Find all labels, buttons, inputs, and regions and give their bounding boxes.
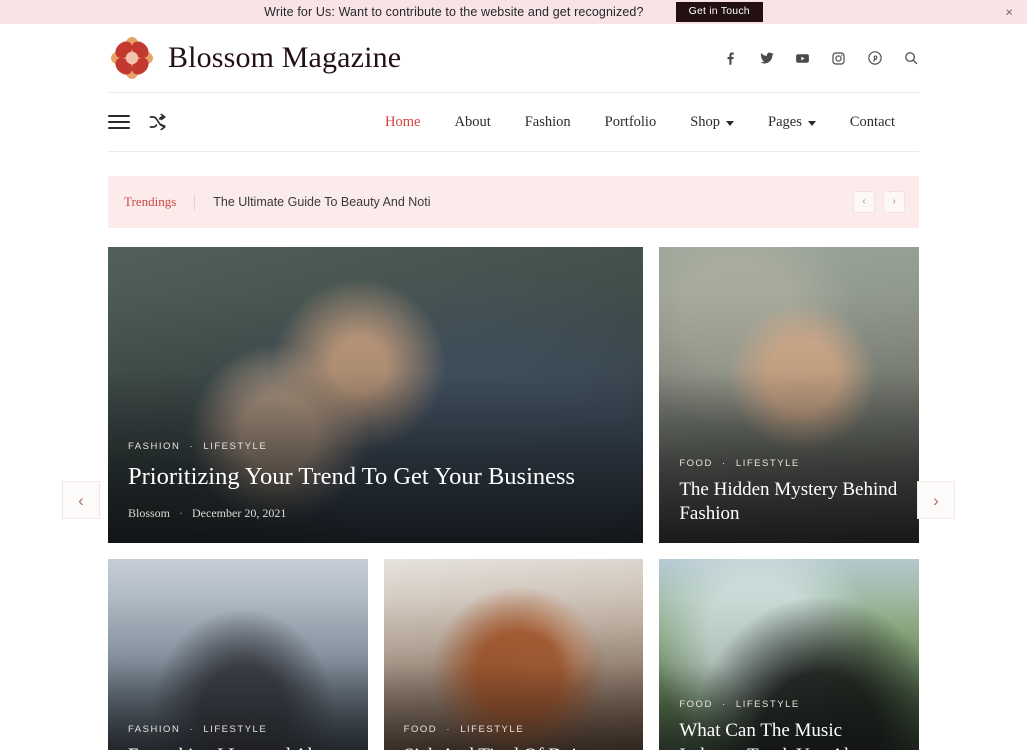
youtube-icon[interactable]: [794, 50, 811, 67]
post-categories: Food · Lifestyle: [679, 699, 899, 710]
facebook-icon[interactable]: [722, 50, 739, 67]
category-separator: ·: [189, 723, 195, 735]
category-link[interactable]: Lifestyle: [736, 699, 800, 710]
nav-menu: Home About Fashion Portfolio Shop Pages …: [385, 114, 919, 131]
post-content: Food · Lifestyle Sick And Tired Of Doing…: [404, 724, 624, 750]
nav-item-contact[interactable]: Contact: [850, 114, 895, 131]
instagram-icon[interactable]: [830, 50, 847, 67]
promo-text: Write for Us: Want to contribute to the …: [264, 5, 644, 19]
trending-label[interactable]: Trendings: [124, 194, 196, 210]
image-overlay: [108, 559, 368, 750]
pinterest-icon[interactable]: [866, 50, 883, 67]
site-logo[interactable]: Blossom Magazine: [108, 36, 401, 80]
nav-item-label: Contact: [849, 113, 895, 130]
category-link[interactable]: Lifestyle: [203, 724, 267, 735]
category-link[interactable]: Lifestyle: [203, 441, 267, 452]
post-meta: Blossom · December 20, 2021: [128, 506, 623, 521]
twitter-icon[interactable]: [758, 50, 775, 67]
get-in-touch-button[interactable]: Get in Touch: [675, 2, 763, 22]
chevron-down-icon: [726, 120, 735, 126]
nav-item-label: Home: [385, 113, 421, 130]
trending-bar: Trendings The Ultimate Guide To Beauty A…: [108, 176, 919, 228]
primary-nav: Home About Fashion Portfolio Shop Pages …: [108, 92, 919, 152]
nav-item-home[interactable]: Home: [385, 114, 420, 131]
slider-prev-button[interactable]: ‹: [62, 481, 100, 519]
promo-banner: Write for Us: Want to contribute to the …: [0, 0, 1027, 24]
category-separator: ·: [722, 457, 727, 469]
category-link[interactable]: Fashion: [128, 441, 180, 452]
nav-item-label: About: [454, 113, 491, 130]
nav-item-pages[interactable]: Pages: [768, 114, 816, 131]
post-content: Fashion · Lifestyle Everything I Learned…: [128, 724, 348, 750]
post-card-hidden-mystery[interactable]: Food · Lifestyle The Hidden Mystery Behi…: [659, 247, 919, 543]
trending-headline[interactable]: The Ultimate Guide To Beauty And Noti: [195, 195, 430, 209]
post-card-featured[interactable]: Fashion · Lifestyle Prioritizing Your Tr…: [108, 247, 644, 543]
post-card-everything-learned[interactable]: Fashion · Lifestyle Everything I Learned…: [108, 559, 368, 750]
featured-posts-grid: Fashion · Lifestyle Prioritizing Your Tr…: [0, 228, 1027, 750]
site-header: Blossom Magazine: [0, 24, 1027, 92]
nav-item-about[interactable]: About: [454, 114, 490, 131]
nav-item-shop[interactable]: Shop: [690, 113, 735, 131]
trending-section: Trendings The Ultimate Guide To Beauty A…: [0, 152, 1027, 228]
nav-left-tools: [108, 111, 168, 133]
meta-separator: ·: [179, 506, 184, 520]
nav-item-label: Fashion: [524, 113, 571, 130]
social-links: [722, 50, 919, 67]
category-link[interactable]: Food: [404, 724, 438, 735]
trending-next-button[interactable]: ›: [883, 191, 905, 213]
nav-item-label: Portfolio: [604, 113, 657, 130]
chevron-down-icon: [807, 120, 816, 126]
post-title[interactable]: Sick And Tired Of Doing Beauty The Old W…: [404, 744, 624, 750]
post-content: Food · Lifestyle The Hidden Mystery Behi…: [679, 458, 899, 527]
slider-next-button[interactable]: ›: [917, 481, 955, 519]
post-card-sick-and-tired[interactable]: Food · Lifestyle Sick And Tired Of Doing…: [383, 559, 644, 750]
trending-nav: ‹ ›: [853, 191, 905, 213]
post-title[interactable]: The Hidden Mystery Behind Fashion: [679, 478, 899, 527]
nav-item-label: Shop: [690, 113, 721, 130]
brand-name: Blossom Magazine: [168, 41, 402, 74]
nav-item-fashion[interactable]: Fashion: [525, 114, 571, 131]
post-categories: Fashion · Lifestyle: [128, 724, 348, 735]
category-link[interactable]: Food: [679, 458, 713, 469]
category-link[interactable]: Lifestyle: [736, 458, 800, 469]
nav-item-portfolio[interactable]: Portfolio: [605, 114, 657, 131]
category-link[interactable]: Food: [679, 699, 713, 710]
post-title[interactable]: What Can The Music Industry Teach You Ab…: [679, 719, 899, 750]
search-icon[interactable]: [902, 50, 919, 67]
post-author[interactable]: Blossom: [128, 506, 170, 521]
post-title[interactable]: Prioritizing Your Trend To Get Your Busi…: [128, 461, 623, 493]
post-content: Food · Lifestyle What Can The Music Indu…: [679, 699, 899, 750]
hamburger-icon[interactable]: [108, 111, 130, 133]
category-separator: ·: [446, 723, 452, 735]
post-categories: Food · Lifestyle: [404, 724, 624, 735]
flower-logo-icon: [108, 36, 156, 80]
post-card-music-industry[interactable]: Food · Lifestyle What Can The Music Indu…: [659, 559, 919, 750]
category-link[interactable]: Lifestyle: [460, 724, 524, 735]
post-date: December 20, 2021: [192, 506, 287, 520]
image-overlay: [383, 559, 644, 750]
category-separator: ·: [189, 441, 195, 453]
category-separator: ·: [722, 698, 727, 710]
nav-item-label: Pages: [768, 113, 802, 130]
shuffle-icon[interactable]: [148, 112, 168, 132]
post-categories: Fashion · Lifestyle: [128, 441, 623, 452]
post-content: Fashion · Lifestyle Prioritizing Your Tr…: [128, 441, 623, 521]
category-link[interactable]: Fashion: [128, 724, 180, 735]
post-title[interactable]: Everything I Learned About Beauty: [128, 744, 348, 750]
close-icon[interactable]: ×: [1005, 6, 1013, 19]
post-categories: Food · Lifestyle: [679, 458, 899, 469]
trending-prev-button[interactable]: ‹: [853, 191, 875, 213]
